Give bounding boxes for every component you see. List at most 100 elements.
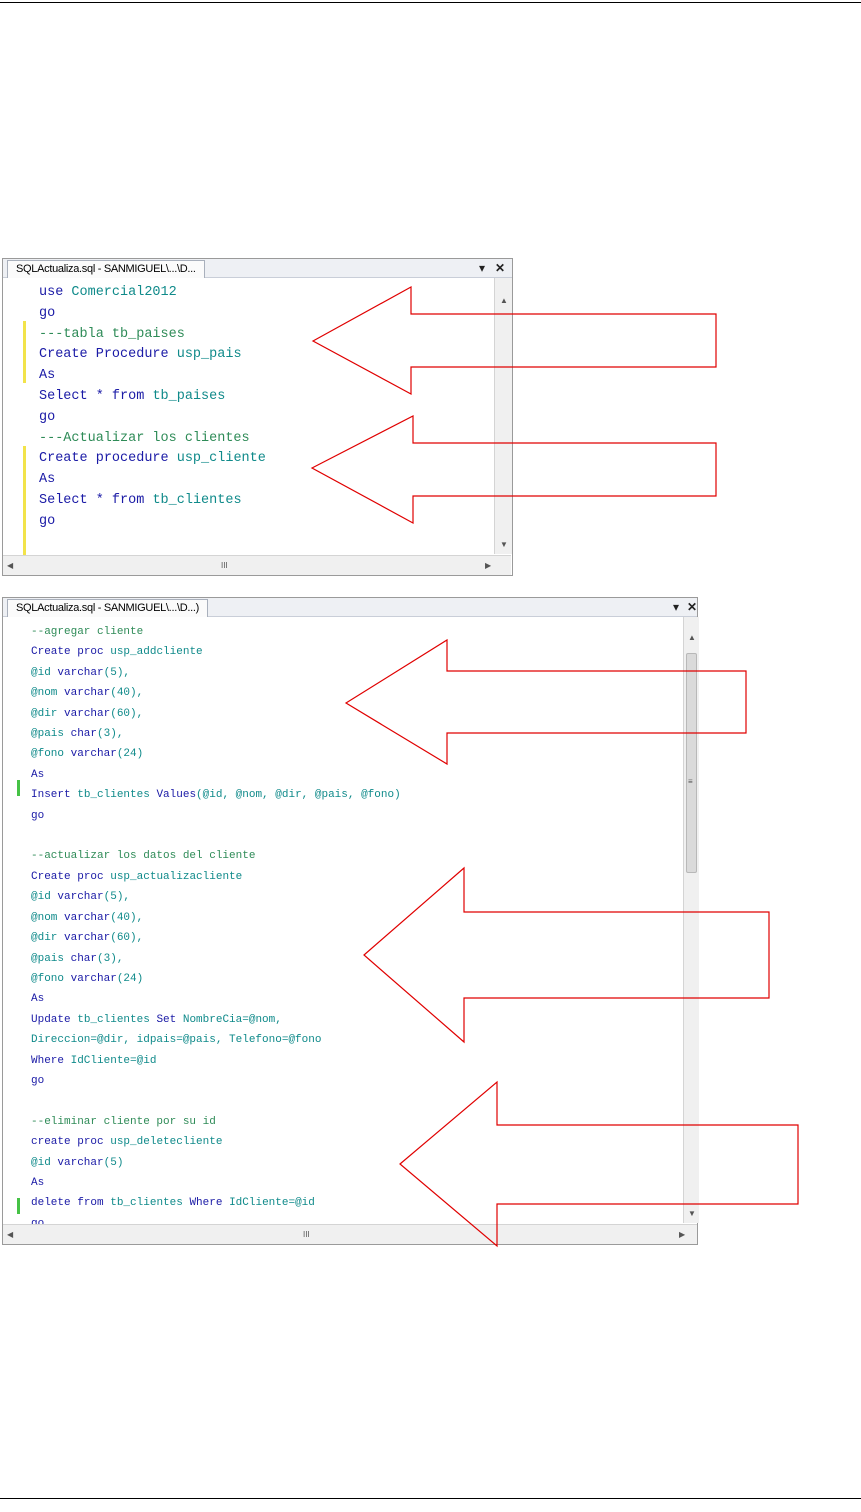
close-icon[interactable]: ✕	[495, 259, 505, 277]
code-line[interactable]: @fono varchar(24)	[31, 969, 401, 989]
code-token: (40),	[110, 687, 144, 700]
sql-editor-window-2[interactable]: SQLActualiza.sql - SANMIGUEL\...\D...) ▾…	[2, 597, 699, 1245]
code-line[interactable]: As	[31, 989, 401, 1009]
code-token: go	[39, 305, 56, 321]
change-marker-yellow	[23, 321, 26, 383]
code-line[interactable]: Create proc usp_actualizacliente	[31, 867, 401, 887]
code-line[interactable]: @dir varchar(60),	[31, 928, 401, 948]
scroll-left-icon[interactable]: ◀	[7, 1230, 13, 1239]
code-line[interactable]: delete from tb_clientes Where IdCliente=…	[31, 1193, 401, 1213]
code-line[interactable]	[31, 1091, 401, 1111]
tab-dropdown-icon[interactable]: ▾	[479, 259, 485, 277]
code-line[interactable]: go	[39, 304, 266, 325]
vertical-scrollbar[interactable]: ▲ ▼	[494, 278, 512, 554]
code-token: usp_pais	[176, 347, 242, 363]
code-line[interactable]: --eliminar cliente por su id	[31, 1112, 401, 1132]
code-token: (@id, @nom, @dir, @pais, @fono)	[196, 789, 401, 802]
code-line[interactable]: Select * from tb_paises	[39, 387, 266, 408]
code-editor-text[interactable]: use Comercial2012 go ---tabla tb_paises Cre…	[39, 283, 266, 533]
code-line[interactable]: ---tabla tb_paises	[39, 325, 266, 346]
page-bottom-rule	[0, 1498, 861, 1499]
code-line[interactable]: use Comercial2012	[39, 283, 266, 304]
code-line[interactable]: As	[39, 366, 266, 387]
vertical-scrollbar[interactable]: ▲ ≡ ▼	[683, 617, 699, 1223]
code-line[interactable]: @id varchar(5),	[31, 663, 401, 683]
code-line[interactable]: Create procedure usp_cliente	[39, 449, 266, 470]
code-line[interactable]: --actualizar los datos del cliente	[31, 846, 401, 866]
code-token: (3),	[97, 952, 124, 965]
code-line[interactable]: As	[31, 1173, 401, 1193]
code-line[interactable]: Where IdCliente=@id	[31, 1051, 401, 1071]
code-token: @id	[31, 891, 58, 904]
code-line[interactable]: @pais char(3),	[31, 724, 401, 744]
document-tab[interactable]: SQLActualiza.sql - SANMIGUEL\...\D...)	[7, 599, 208, 617]
code-line[interactable]: Insert tb_clientes Values(@id, @nom, @di…	[31, 785, 401, 805]
code-token: Create	[31, 870, 78, 883]
close-icon[interactable]: ✕	[687, 598, 697, 616]
code-line[interactable]: Update tb_clientes Set NombreCia=@nom,	[31, 1010, 401, 1030]
code-line[interactable]: Create Procedure usp_pais	[39, 345, 266, 366]
code-line[interactable]: @id varchar(5),	[31, 887, 401, 907]
scroll-right-icon[interactable]: ▶	[679, 1230, 685, 1239]
editor-gutter	[3, 617, 20, 1223]
code-token: varchar	[57, 1156, 104, 1169]
code-line[interactable]: Direccion=@dir, idpais=@pais, Telefono=@…	[31, 1030, 401, 1050]
code-line[interactable]: @nom varchar(40),	[31, 683, 401, 703]
code-token: @pais	[31, 728, 71, 741]
code-line[interactable]: @id varchar(5)	[31, 1153, 401, 1173]
code-token: ---tabla tb_paises	[39, 326, 185, 342]
code-token: tb_clientes	[77, 789, 157, 802]
code-token: @id	[31, 1156, 58, 1169]
scroll-up-icon[interactable]: ▲	[500, 296, 508, 305]
code-line[interactable]: --agregar cliente	[31, 622, 401, 642]
code-line[interactable]: @dir varchar(60),	[31, 704, 401, 724]
tab-dropdown-icon[interactable]: ▾	[673, 598, 679, 616]
scroll-left-icon[interactable]: ◀	[7, 561, 13, 570]
code-token: --actualizar los datos del cliente	[31, 850, 256, 863]
scroll-down-icon[interactable]: ▼	[688, 1209, 696, 1218]
code-token: Insert	[31, 789, 78, 802]
vertical-scroll-thumb[interactable]	[686, 653, 697, 873]
code-token: proc	[77, 1136, 111, 1149]
code-line[interactable]: @fono varchar(24)	[31, 744, 401, 764]
code-line[interactable]: go	[31, 1071, 401, 1091]
code-line[interactable]: As	[39, 470, 266, 491]
code-line[interactable]: Create proc usp_addcliente	[31, 642, 401, 662]
code-token: IdCliente=@id	[70, 1054, 157, 1067]
code-editor-text[interactable]: --agregar cliente Create proc usp_addclie…	[31, 622, 401, 1234]
code-token: @dir	[31, 707, 65, 720]
document-tab[interactable]: SQLActualiza.sql - SANMIGUEL\...\D...	[7, 260, 205, 278]
code-line[interactable]	[31, 826, 401, 846]
code-token: usp_deletecliente	[110, 1136, 223, 1149]
scroll-right-icon[interactable]: ▶	[485, 561, 491, 570]
code-line[interactable]: go	[39, 408, 266, 429]
scroll-down-icon[interactable]: ▼	[500, 540, 508, 549]
code-line[interactable]: @pais char(3),	[31, 949, 401, 969]
code-line[interactable]: @nom varchar(40),	[31, 908, 401, 928]
code-token: IdCliente=@id	[229, 1197, 315, 1210]
code-token: varchar	[64, 687, 111, 700]
code-token: (5),	[103, 666, 131, 679]
code-line[interactable]: ---Actualizar los clientes	[39, 429, 266, 450]
sql-editor-window-1[interactable]: SQLActualiza.sql - SANMIGUEL\...\D... ▾ …	[2, 258, 513, 576]
horizontal-scrollbar[interactable]: ◀ III ▶	[3, 555, 511, 575]
code-line[interactable]: As	[31, 765, 401, 785]
code-token: varchar	[70, 972, 117, 985]
code-line[interactable]: go	[39, 512, 266, 533]
change-marker-yellow	[23, 446, 26, 570]
code-token: char	[70, 952, 98, 965]
code-token: Create	[39, 347, 96, 363]
scroll-up-icon[interactable]: ▲	[688, 633, 696, 642]
code-line[interactable]: create proc usp_deletecliente	[31, 1132, 401, 1152]
code-token: @dir	[31, 932, 65, 945]
code-token: (24)	[116, 748, 144, 761]
code-token: (24)	[116, 972, 144, 985]
code-line[interactable]: go	[31, 806, 401, 826]
code-token: char	[70, 728, 98, 741]
code-token: --eliminar cliente por su id	[31, 1115, 216, 1128]
code-line[interactable]: Select * from tb_clientes	[39, 491, 266, 512]
code-token: create	[31, 1136, 78, 1149]
horizontal-scrollbar[interactable]: ◀ III ▶	[3, 1224, 697, 1244]
code-token: @fono	[31, 972, 71, 985]
code-token: (5),	[103, 891, 131, 904]
